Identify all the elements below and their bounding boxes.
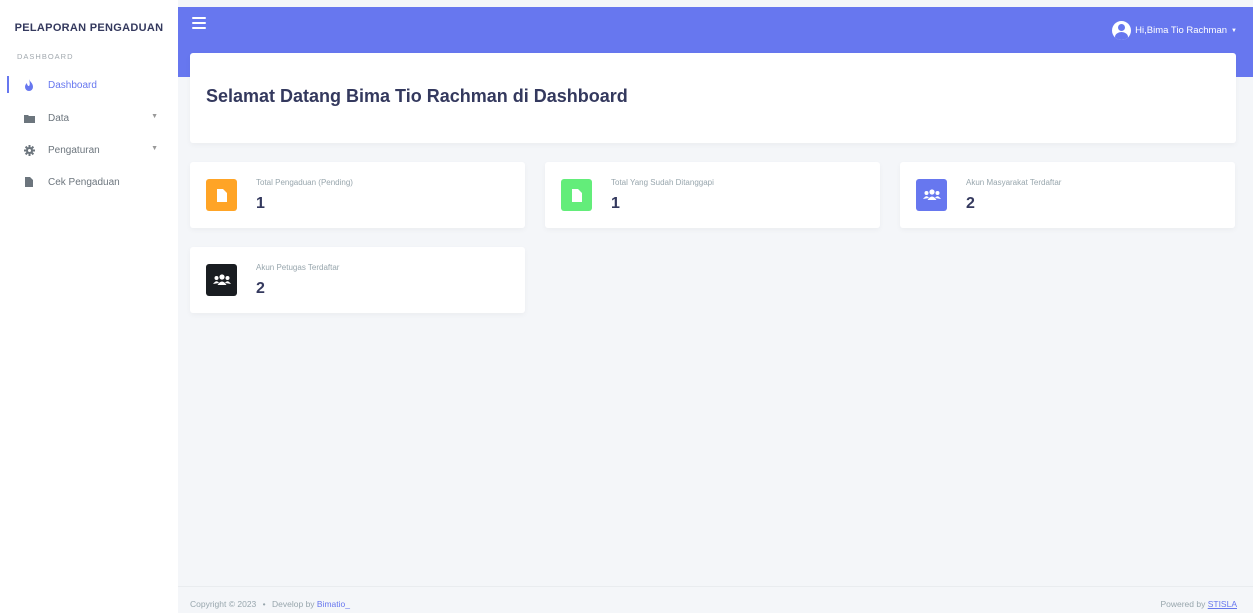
stisla-link[interactable]: STISLA — [1208, 599, 1237, 609]
developer-link[interactable]: Bimatio_ — [317, 599, 350, 609]
stat-card-masyarakat: Akun Masyarakat Terdaftar 2 — [900, 162, 1235, 228]
copyright-text: Copyright © 2023 — [190, 599, 257, 609]
page-title: Selamat Datang Bima Tio Rachman di Dashb… — [206, 86, 628, 106]
user-dropdown[interactable]: Hi,Bima Tio Rachman ▼ — [1112, 21, 1237, 40]
users-icon — [916, 179, 947, 211]
stat-title: Total Yang Sudah Ditanggapi — [611, 178, 714, 187]
footer-separator: • — [262, 599, 266, 609]
sidebar: PELAPORAN PENGADUAN DASHBOARD Dashboard … — [0, 0, 178, 613]
stat-title: Akun Petugas Terdaftar — [256, 263, 340, 272]
stat-card-pending: Total Pengaduan (Pending) 1 — [190, 162, 525, 228]
stat-title: Akun Masyarakat Terdaftar — [966, 178, 1062, 187]
sidebar-item-dashboard[interactable]: Dashboard — [0, 73, 178, 97]
develop-prefix: Develop by — [272, 599, 315, 609]
sidebar-item-pengaturan[interactable]: Pengaturan ▼ — [0, 138, 178, 162]
gear-icon — [22, 143, 36, 157]
welcome-card: Selamat Datang Bima Tio Rachman di Dashb… — [190, 53, 1236, 143]
sidebar-item-label: Dashboard — [48, 79, 97, 91]
stat-value: 1 — [611, 195, 620, 212]
stat-card-petugas: Akun Petugas Terdaftar 2 — [190, 247, 525, 313]
stat-value: 2 — [966, 195, 975, 212]
sidebar-item-cek-pengaduan[interactable]: Cek Pengaduan — [0, 170, 178, 194]
avatar — [1112, 21, 1132, 40]
chevron-down-icon: ▼ — [1231, 27, 1237, 34]
stat-title: Total Pengaduan (Pending) — [256, 178, 353, 187]
users-icon — [206, 264, 237, 296]
powered-prefix: Powered by — [1160, 599, 1206, 609]
folder-icon — [22, 111, 36, 125]
fire-icon — [22, 78, 36, 92]
file-icon — [561, 179, 592, 211]
sidebar-item-label: Data — [48, 112, 70, 124]
sidebar-brand[interactable]: PELAPORAN PENGADUAN — [0, 22, 178, 34]
menu-header: DASHBOARD — [17, 52, 74, 61]
footer-right: Powered by STISLA — [1160, 599, 1237, 609]
stat-value: 2 — [256, 280, 265, 297]
menu-toggle-icon[interactable] — [192, 17, 206, 29]
user-greeting: Hi,Bima Tio Rachman — [1135, 25, 1228, 36]
stat-card-ditanggapi: Total Yang Sudah Ditanggapi 1 — [545, 162, 880, 228]
sidebar-item-data[interactable]: Data ▼ — [0, 106, 178, 130]
sidebar-item-label: Cek Pengaduan — [48, 176, 120, 188]
stat-value: 1 — [256, 195, 265, 212]
file-icon — [22, 175, 36, 189]
sidebar-item-label: Pengaturan — [48, 144, 100, 156]
chevron-down-icon: ▼ — [151, 113, 158, 120]
file-icon — [206, 179, 237, 211]
footer-left: Copyright © 2023 • Develop by Bimatio_ — [190, 599, 350, 609]
footer: Copyright © 2023 • Develop by Bimatio_ P… — [178, 586, 1253, 613]
chevron-down-icon: ▼ — [151, 145, 158, 152]
